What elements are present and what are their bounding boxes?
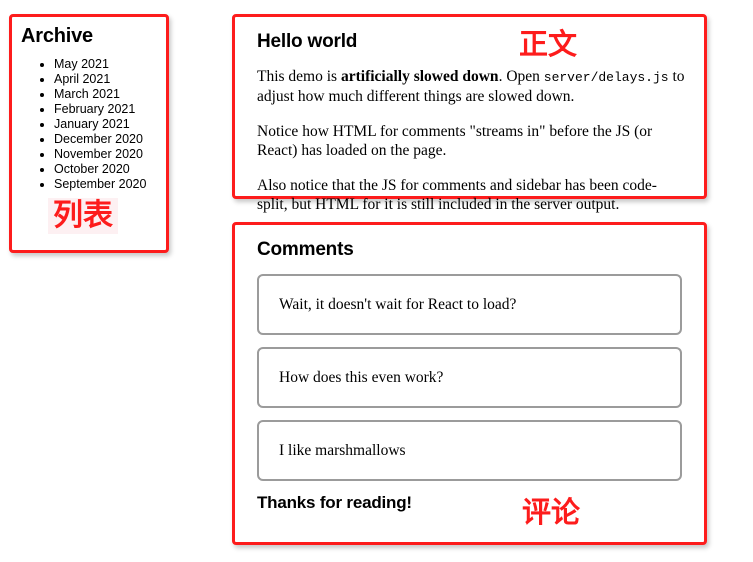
comment-item[interactable]: I like marshmallows — [257, 420, 682, 481]
comment-text: I like marshmallows — [279, 442, 406, 459]
post-paragraph-1: This demo is artificially slowed down. O… — [257, 67, 686, 106]
post-paragraph-1-lead: This demo is — [257, 68, 341, 85]
page-title: Hello world — [257, 31, 358, 52]
post-paragraph-2: Notice how HTML for comments "streams in… — [257, 123, 653, 159]
comment-list: Wait, it doesn't wait for React to load?… — [257, 274, 682, 481]
archive-list: May 2021 April 2021 March 2021 February … — [12, 57, 166, 192]
list-item[interactable]: September 2020 — [54, 177, 166, 192]
list-item[interactable]: December 2020 — [54, 132, 166, 147]
list-item[interactable]: May 2021 — [54, 57, 166, 72]
post-paragraph-1-mid: . Open — [498, 68, 544, 85]
comment-item[interactable]: How does this even work? — [257, 347, 682, 408]
list-item[interactable]: March 2021 — [54, 87, 166, 102]
delays-file-path-code: server/delays.js — [543, 70, 669, 85]
post-panel: Hello world This demo is artificially sl… — [232, 14, 707, 213]
comments-panel: Comments Wait, it doesn't wait for React… — [232, 222, 707, 545]
post-paragraph-3: Also notice that the JS for comments and… — [257, 177, 657, 213]
archive-title: Archive — [21, 25, 93, 47]
list-item[interactable]: April 2021 — [54, 72, 166, 87]
archive-sidebar-panel: Archive May 2021 April 2021 March 2021 F… — [9, 14, 169, 253]
post-body: This demo is artificially slowed down. O… — [257, 67, 686, 214]
list-item[interactable]: October 2020 — [54, 162, 166, 177]
list-item[interactable]: November 2020 — [54, 147, 166, 162]
comments-title: Comments — [257, 239, 354, 260]
comment-text: Wait, it doesn't wait for React to load? — [279, 296, 517, 313]
thanks-for-reading-heading: Thanks for reading! — [257, 493, 412, 512]
comment-text: How does this even work? — [279, 369, 444, 386]
post-paragraph-1-emphasis: artificially slowed down — [340, 68, 499, 85]
list-item[interactable]: January 2021 — [54, 117, 166, 132]
list-item[interactable]: February 2021 — [54, 102, 166, 117]
comment-item[interactable]: Wait, it doesn't wait for React to load? — [257, 274, 682, 335]
